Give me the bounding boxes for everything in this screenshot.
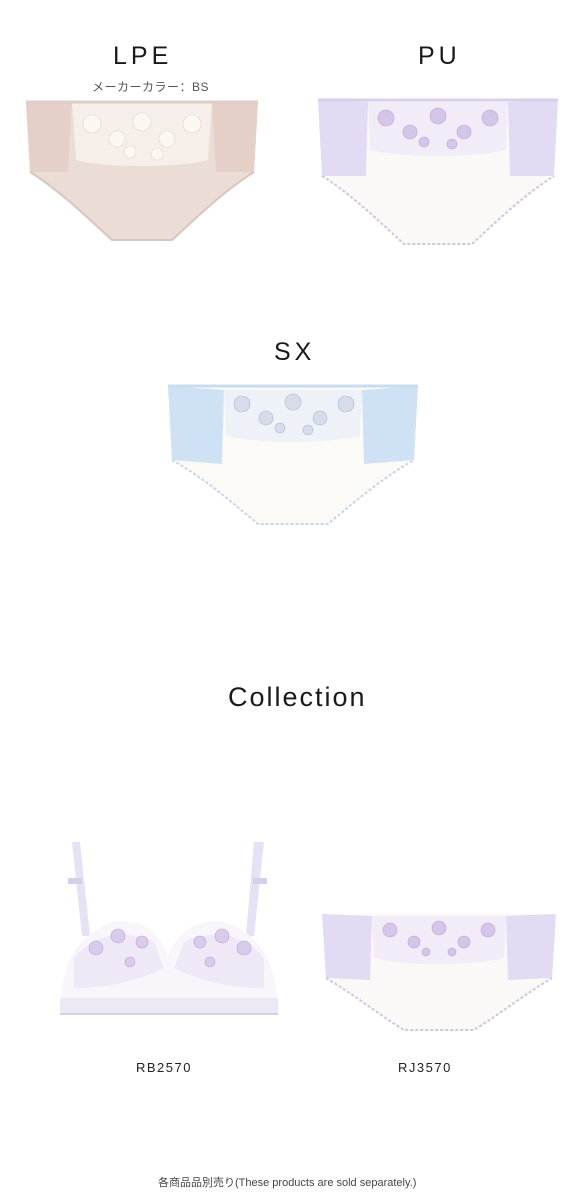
- sold-separately-note: 各商品品別売り(These products are sold separate…: [158, 1177, 417, 1189]
- product-image-pu[interactable]: [314, 92, 562, 250]
- product-image-sx[interactable]: [162, 380, 424, 528]
- variant-label-sx: SX: [274, 338, 316, 366]
- variant-label-lpe: LPE: [113, 42, 173, 70]
- product-image-lpe[interactable]: [22, 94, 262, 244]
- product-code-panty: RJ3570: [398, 1060, 452, 1075]
- product-code-bra: RB2570: [136, 1060, 192, 1075]
- product-image-bra[interactable]: [54, 838, 284, 1024]
- maker-color-note: メーカーカラー：BS: [92, 80, 210, 94]
- variant-label-pu: PU: [418, 42, 461, 70]
- product-image-panty[interactable]: [318, 908, 560, 1034]
- collection-title: Collection: [228, 682, 367, 712]
